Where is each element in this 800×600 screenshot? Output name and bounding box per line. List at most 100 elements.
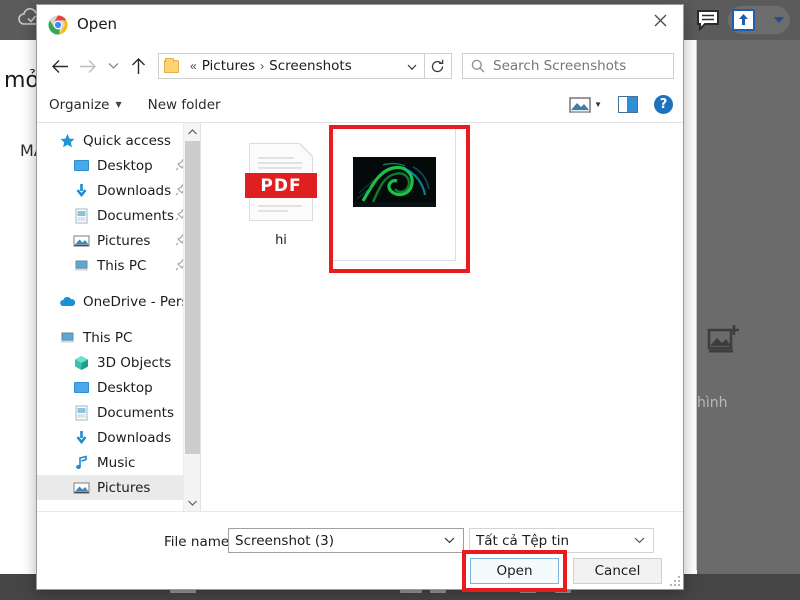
file-thumbnail: PDF: [233, 133, 329, 231]
onedrive-icon: [59, 294, 76, 310]
3dobjects-icon: [73, 355, 90, 371]
star-icon: [59, 133, 76, 149]
downloads-icon: [73, 183, 90, 199]
chevron-down-icon[interactable]: [774, 17, 784, 23]
sidebar-item-desktop[interactable]: Desktop: [37, 153, 200, 178]
sidebar-item-label: Desktop: [97, 157, 153, 174]
refresh-icon[interactable]: [424, 53, 452, 79]
file-list[interactable]: PDF hi: [201, 123, 683, 511]
help-icon[interactable]: ?: [654, 95, 673, 114]
file-name-label: File name:: [164, 534, 234, 550]
sidebar-item-label: Music: [97, 454, 136, 471]
pdf-text-line: [258, 205, 302, 207]
chevron-down-icon[interactable]: [634, 534, 645, 547]
file-name-value: Screenshot (3): [235, 532, 334, 549]
sidebar-item-label: Pictures: [97, 232, 151, 249]
cancel-button[interactable]: Cancel: [573, 558, 662, 584]
file-type-value: Tất cả Tệp tin: [476, 532, 570, 549]
pictures-icon: [73, 233, 90, 249]
organize-button[interactable]: Organize ▼: [49, 97, 122, 113]
pdf-text-line: [258, 162, 302, 164]
sidebar-group-this-pc[interactable]: This PC: [37, 325, 200, 350]
sidebar-item-documents[interactable]: Documents: [37, 203, 200, 228]
sidebar-item-music[interactable]: Music: [37, 450, 200, 475]
sidebar-group-quick-access[interactable]: Quick access: [37, 128, 200, 153]
image-thumbnail: [352, 157, 436, 207]
chevron-down-icon[interactable]: [102, 52, 124, 80]
search-input[interactable]: Search Screenshots: [462, 53, 674, 79]
search-icon: [463, 59, 493, 73]
chevron-down-icon[interactable]: [407, 62, 417, 74]
folder-icon: [164, 57, 179, 73]
background-text-line-1: mở: [4, 68, 39, 93]
upload-control-group[interactable]: [728, 6, 790, 34]
open-button[interactable]: Open: [470, 558, 559, 584]
sidebar-group-onedrive[interactable]: OneDrive - Personal: [37, 289, 200, 314]
sidebar-item-pictures[interactable]: Pictures: [37, 228, 200, 253]
chevron-up-icon[interactable]: [184, 123, 200, 140]
sidebar-item-this-pc-quick[interactable]: This PC: [37, 253, 200, 278]
sidebar-scrollbar[interactable]: [183, 123, 200, 511]
sidebar-item-downloads-pc[interactable]: Downloads: [37, 425, 200, 450]
preview-pane-icon[interactable]: [618, 96, 638, 113]
file-thumbnail: [346, 133, 442, 231]
file-label: hi: [275, 233, 287, 248]
sidebar-item-label: This PC: [97, 257, 147, 274]
view-layout-icon: [569, 96, 591, 114]
chevron-down-icon: ▼: [115, 100, 122, 109]
file-type-select[interactable]: Tất cả Tệp tin: [469, 528, 654, 553]
navigation-bar: « Pictures › Screenshots Search Screensh…: [37, 45, 683, 87]
scrollbar-thumb[interactable]: [185, 141, 200, 454]
background-right-label: hình: [697, 395, 728, 411]
new-folder-button[interactable]: New folder: [148, 97, 221, 113]
downloads-icon: [73, 430, 90, 446]
sidebar-item-label: Documents: [97, 404, 174, 421]
breadcrumb[interactable]: « Pictures › Screenshots: [158, 53, 425, 79]
sidebar-item-desktop-pc[interactable]: Desktop: [37, 375, 200, 400]
sidebar-item-label: Downloads: [97, 182, 172, 199]
sidebar-item-documents-pc[interactable]: Documents: [37, 400, 200, 425]
music-icon: [73, 454, 90, 471]
pdf-file-icon: PDF: [245, 142, 317, 221]
pdf-text-line: [258, 157, 294, 159]
arrow-left-icon[interactable]: [46, 52, 74, 80]
pdf-text-line: [258, 210, 288, 212]
breadcrumb-separator: ›: [260, 59, 265, 73]
chrome-icon: [48, 15, 68, 35]
sidebar-group-label: This PC: [83, 329, 133, 346]
chevron-down-icon[interactable]: [184, 494, 200, 511]
sidebar-item-label: Downloads: [97, 429, 172, 446]
open-file-dialog: Open « Pictures › Screenshots Search Scr…: [36, 4, 684, 592]
breadcrumb-item-pictures[interactable]: Pictures: [202, 58, 255, 74]
pdf-corner-fold: [299, 142, 314, 157]
breadcrumb-item-screenshots[interactable]: Screenshots: [269, 58, 352, 74]
list-item[interactable]: PDF hi: [233, 133, 329, 248]
documents-icon: [73, 208, 90, 224]
breadcrumb-overflow[interactable]: «: [190, 59, 197, 73]
thispc-icon: [73, 258, 90, 274]
sidebar-item-downloads[interactable]: Downloads: [37, 178, 200, 203]
sidebar-item-label: Desktop: [97, 379, 153, 396]
desktop-icon: [73, 158, 90, 174]
arrow-right-icon: [74, 52, 102, 80]
close-icon[interactable]: [637, 5, 683, 35]
sidebar-item-pictures-pc[interactable]: Pictures: [37, 475, 200, 500]
dialog-body: Quick access Desktop Downloads Documents…: [37, 123, 683, 511]
file-name-input[interactable]: Screenshot (3): [228, 528, 464, 553]
view-options-button[interactable]: ▼: [569, 96, 602, 114]
resize-grip[interactable]: [668, 574, 680, 586]
dialog-footer: File name: Screenshot (3) Tất cả Tệp tin…: [37, 511, 683, 592]
arrow-up-icon[interactable]: [124, 52, 152, 80]
search-placeholder: Search Screenshots: [493, 58, 627, 74]
upload-icon[interactable]: [732, 9, 755, 31]
organize-label: Organize: [49, 96, 110, 113]
desktop-icon: [73, 380, 90, 396]
chevron-down-icon[interactable]: ▼: [594, 100, 602, 109]
sidebar-item-3d-objects[interactable]: 3D Objects: [37, 350, 200, 375]
comment-icon[interactable]: [696, 9, 720, 32]
dialog-title: Open: [77, 15, 118, 33]
list-item[interactable]: Screenshot (3): [332, 127, 456, 261]
preview-pane-right: [627, 97, 637, 112]
background-right-panel: hình: [697, 40, 800, 600]
chevron-down-icon[interactable]: [444, 534, 455, 547]
